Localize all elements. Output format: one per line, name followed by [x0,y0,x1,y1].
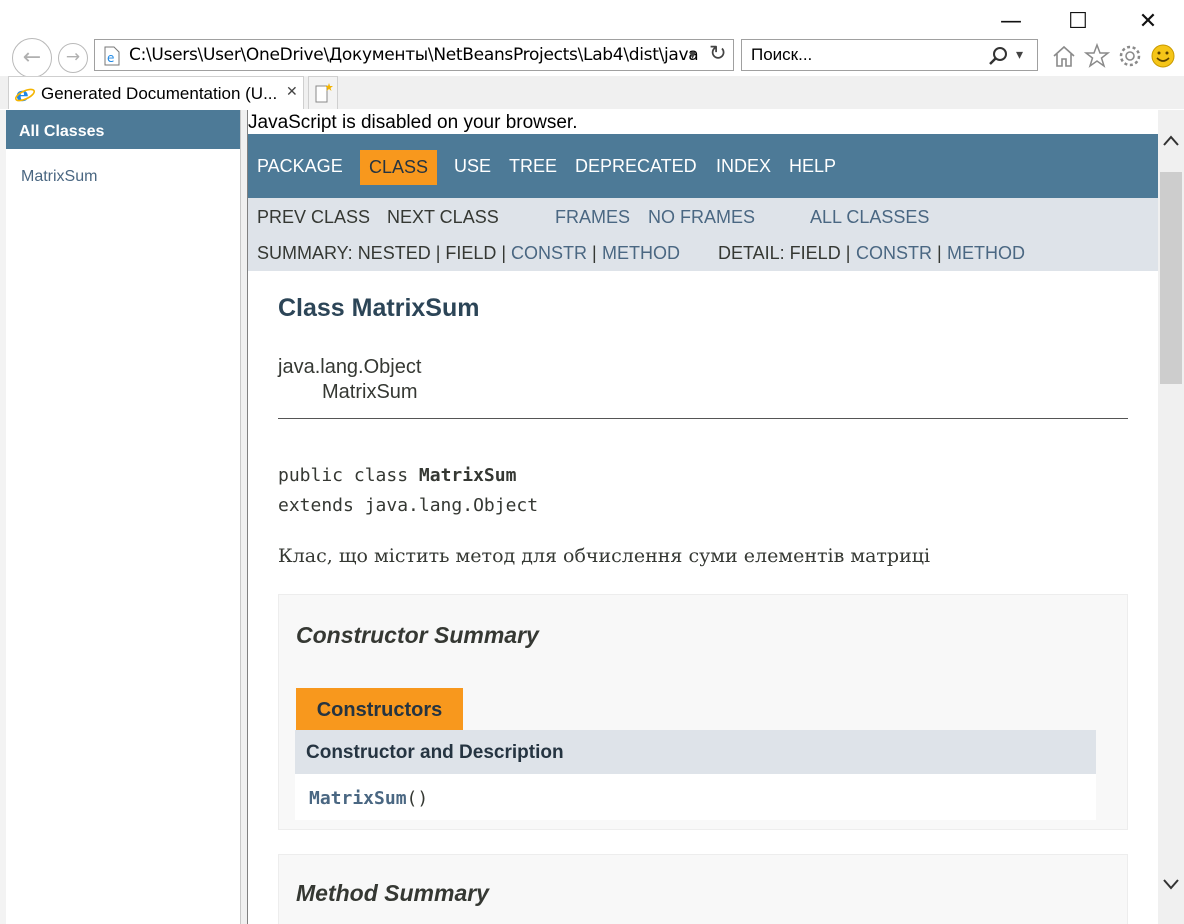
prev-class: PREV CLASS [257,207,371,227]
noscript-message: JavaScript is disabled on your browser. [248,112,578,133]
summary-method-link[interactable]: METHOD [602,243,680,264]
maximize-button[interactable]: ☐ [1064,8,1092,36]
constructor-summary-heading: Constructor Summary [296,622,539,648]
summary-separator: | [592,243,597,263]
frame-splitter[interactable] [240,110,248,924]
svg-text:e: e [107,51,114,65]
home-icon[interactable] [1051,44,1077,68]
settings-gear-icon[interactable] [1117,43,1143,69]
tab-generated-documentation[interactable]: e Generated Documentation (U... ✕ [8,76,304,109]
summary-constr-link[interactable]: CONSTR [511,243,587,264]
sub-nav-bar: PREV CLASS NEXT CLASS FRAMES NO FRAMES A… [248,198,1158,271]
signature-class-name: MatrixSum [418,465,517,486]
address-dropdown-icon[interactable]: ▾ [689,46,696,63]
class-description: Клас, що містить метод для обчислення су… [278,545,931,567]
class-link-matrixsum[interactable]: MatrixSum [21,168,97,186]
class-signature-line1: public class MatrixSum [278,465,516,486]
next-class: NEXT CLASS [387,207,499,227]
new-tab-button[interactable] [308,76,338,109]
no-frames-link[interactable]: NO FRAMES [648,207,755,228]
tab-title: Generated Documentation (U... [41,84,278,103]
search-input[interactable]: Поиск... [751,40,812,70]
summary-label: SUMMARY: NESTED | FIELD | [257,243,507,263]
constructor-table-header: Constructor and Description [295,730,1096,774]
detail-method-link[interactable]: METHOD [947,243,1025,264]
close-window-button[interactable]: ✕ [1134,8,1162,36]
all-classes-frame: All Classes MatrixSum [6,110,240,924]
method-summary-heading: Method Summary [296,880,489,906]
all-classes-link[interactable]: ALL CLASSES [810,207,929,228]
new-tab-icon [315,83,333,103]
address-bar[interactable]: e C:\Users\User\OneDrive\Документы\NetBe… [94,39,734,71]
nav-index[interactable]: INDEX [716,134,771,198]
nav-package: PACKAGE [257,156,343,176]
table-row: MatrixSum() [295,774,1096,820]
inheritance-child: MatrixSum [322,381,418,403]
vertical-scrollbar[interactable] [1158,110,1184,924]
favorites-star-icon[interactable] [1084,43,1110,69]
scroll-up-icon[interactable] [1162,134,1180,148]
ie-logo-icon: e [14,83,36,105]
search-dropdown-icon[interactable]: ▾ [1016,46,1023,63]
constructors-caption: Constructors [296,688,463,730]
class-signature-line2: extends java.lang.Object [278,495,539,516]
page-title: Class MatrixSum [278,294,480,322]
forward-arrow-icon: → [65,47,81,67]
search-box[interactable]: Поиск... ▾ [741,39,1038,71]
detail-label: DETAIL: FIELD | [718,243,851,263]
nav-class-active: CLASS [360,150,438,185]
address-text[interactable]: C:\Users\User\OneDrive\Документы\NetBean… [129,40,699,70]
nav-tree: TREE [509,156,558,176]
nav-use: USE [454,156,492,176]
scroll-down-icon[interactable] [1162,877,1180,891]
divider [278,418,1128,419]
nav-deprecated[interactable]: DEPRECATED [575,134,697,198]
frames-link[interactable]: FRAMES [555,207,630,228]
back-arrow-icon: ← [22,45,42,70]
tab-close-icon[interactable]: ✕ [286,84,298,100]
inheritance-parent: java.lang.Object [278,356,422,378]
constructor-entry: MatrixSum() [309,788,428,809]
constructor-link[interactable]: MatrixSum [309,788,407,809]
search-icon[interactable] [988,46,1008,66]
constructor-params: () [406,788,429,809]
forward-button[interactable]: → [58,43,88,73]
detail-constr-link[interactable]: CONSTR [856,243,932,264]
top-nav-bar: PACKAGE CLASS USE TREE DEPRECATED INDEX … [248,134,1158,198]
class-frame: JavaScript is disabled on your browser. … [248,110,1158,924]
back-button[interactable]: ← [12,38,52,78]
refresh-icon[interactable]: ↻ [709,41,727,65]
method-summary-block: Method Summary [278,854,1128,924]
signature-prefix: public class [278,465,419,486]
scrollbar-thumb[interactable] [1160,172,1182,384]
constructor-summary-block: Constructor Summary Constructors Constru… [278,594,1128,830]
nav-help[interactable]: HELP [789,134,836,198]
all-classes-header: All Classes [6,110,240,149]
minimize-button[interactable]: — [997,8,1025,36]
detail-separator: | [937,243,942,263]
feedback-smiley-icon[interactable] [1150,43,1176,69]
page-icon: e [104,46,120,66]
